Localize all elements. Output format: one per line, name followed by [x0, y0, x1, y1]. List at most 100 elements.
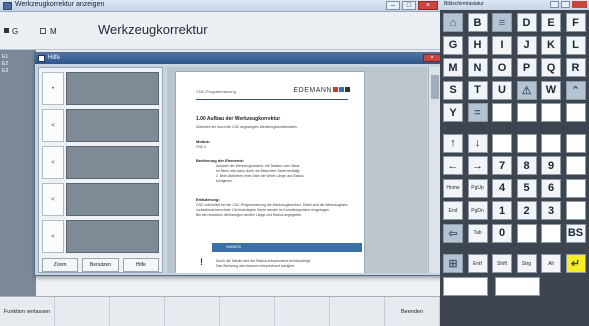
key-u[interactable]: U [492, 80, 512, 100]
key-end[interactable]: End [443, 201, 463, 220]
use-button[interactable]: Benutzen [82, 258, 119, 272]
key-7[interactable]: 7 [492, 156, 512, 175]
key-entf[interactable]: Entf [467, 254, 488, 273]
key-s[interactable]: S [443, 80, 463, 100]
key-i[interactable]: I [492, 35, 512, 55]
page-list-item[interactable]: < [42, 183, 159, 216]
page-thumbnail[interactable] [66, 72, 159, 105]
key-tab[interactable]: Tab [467, 223, 488, 243]
page-thumbnail[interactable] [66, 183, 159, 216]
key-2[interactable]: 2 [516, 201, 537, 220]
blank-key[interactable] [541, 103, 561, 122]
zoom-button[interactable]: Zoom [42, 258, 79, 272]
help-button[interactable]: Hilfe [122, 258, 159, 272]
softkey-4[interactable] [165, 297, 220, 326]
key-pgdn[interactable]: PgDn [467, 201, 488, 220]
key-9[interactable]: 9 [541, 156, 561, 175]
maximize-button[interactable]: □ [402, 1, 416, 10]
warning-key[interactable]: ⚠ [516, 80, 537, 100]
menu-key[interactable]: ≡ [492, 13, 512, 32]
key-m[interactable]: M [443, 58, 463, 77]
blank-key[interactable] [492, 133, 512, 153]
backtab-key[interactable]: ⇦ [443, 223, 463, 243]
softkey-6[interactable] [275, 297, 330, 326]
arrow-left-key[interactable]: ← [443, 156, 463, 175]
key-h[interactable]: H [467, 35, 488, 55]
page-select-button[interactable]: < [42, 146, 64, 179]
key-1[interactable]: 1 [492, 201, 512, 220]
key-pgup[interactable]: PgUp [467, 178, 488, 198]
left-strip-item[interactable]: E3 [2, 68, 30, 74]
key-b[interactable]: B [467, 13, 488, 32]
document-viewer[interactable]: CNC-Programmierung EDEMANN 1.00 Aufbau d… [167, 67, 427, 273]
page-thumbnail[interactable] [66, 146, 159, 179]
home-key[interactable]: ⌂ [443, 13, 463, 32]
key-l[interactable]: L [565, 35, 586, 55]
blank-key[interactable] [516, 223, 537, 243]
arrow-down-key[interactable]: ↓ [467, 133, 488, 153]
key-5[interactable]: 5 [516, 178, 537, 198]
key-r[interactable]: R [565, 58, 586, 77]
key-shift[interactable]: Shift [492, 254, 512, 273]
key-6[interactable]: 6 [541, 178, 561, 198]
blank-key[interactable] [516, 103, 537, 122]
key-g[interactable]: G [443, 35, 463, 55]
softkey-2[interactable] [55, 297, 110, 326]
page-thumbnail[interactable] [66, 220, 159, 253]
key-n[interactable]: N [467, 58, 488, 77]
scrollbar-thumb[interactable] [431, 75, 439, 99]
keyboard-minimize-button[interactable] [550, 1, 559, 8]
key-home[interactable]: Home [443, 178, 463, 198]
dialog-close-button[interactable]: × [423, 54, 441, 62]
blank-key[interactable] [565, 103, 586, 122]
backspace-key[interactable]: BS [565, 223, 586, 243]
close-button[interactable]: × [418, 1, 438, 10]
key-strg[interactable]: Strg [516, 254, 537, 273]
key-t[interactable]: T [467, 80, 488, 100]
key-j[interactable]: J [516, 35, 537, 55]
key-y[interactable]: Y [443, 103, 463, 122]
caret-key[interactable]: ⌃ [565, 80, 586, 100]
blank-key[interactable] [565, 178, 586, 198]
wide-key[interactable] [443, 276, 488, 296]
page-list-item[interactable]: • [42, 72, 159, 105]
wide-key[interactable] [495, 276, 540, 296]
key-d[interactable]: D [516, 13, 537, 32]
key-f[interactable]: F [565, 13, 586, 32]
key-q[interactable]: Q [541, 58, 561, 77]
page-select-button[interactable]: < [42, 109, 64, 142]
left-strip-item[interactable]: E1 [2, 54, 30, 60]
blank-key[interactable] [516, 133, 537, 153]
arrow-up-key[interactable]: ↑ [443, 133, 463, 153]
keyboard-maximize-button[interactable] [561, 1, 570, 8]
arrow-right-key[interactable]: → [467, 156, 488, 175]
blank-key[interactable] [541, 133, 561, 153]
key-p[interactable]: P [516, 58, 537, 77]
page-list-item[interactable]: < [42, 220, 159, 253]
windows-key[interactable]: ⊞ [443, 254, 463, 273]
keyboard-close-button[interactable] [572, 1, 587, 8]
key-alt[interactable]: Alt [541, 254, 561, 273]
blank-key[interactable] [565, 156, 586, 175]
blank-key[interactable] [565, 201, 586, 220]
softkey-3[interactable] [110, 297, 165, 326]
page-list-item[interactable]: < [42, 146, 159, 179]
key-0[interactable]: 0 [492, 223, 512, 243]
minimize-button[interactable]: – [386, 1, 400, 10]
page-list-item[interactable]: < [42, 109, 159, 142]
page-thumbnail[interactable] [66, 109, 159, 142]
key-k[interactable]: K [541, 35, 561, 55]
softkey-5[interactable] [220, 297, 275, 326]
enter-key[interactable]: ↵ [565, 254, 586, 273]
page-select-button[interactable]: < [42, 183, 64, 216]
blank-key[interactable] [492, 103, 512, 122]
key-8[interactable]: 8 [516, 156, 537, 175]
key-o[interactable]: O [492, 58, 512, 77]
left-strip-item[interactable]: E2 [2, 61, 30, 67]
equals-key[interactable]: = [467, 103, 488, 122]
page-select-button[interactable]: • [42, 72, 64, 105]
softkey-exit-function[interactable]: Funktion verlassen [0, 297, 55, 326]
softkey-quit[interactable]: Beenden [385, 297, 440, 326]
key-4[interactable]: 4 [492, 178, 512, 198]
key-e[interactable]: E [541, 13, 561, 32]
